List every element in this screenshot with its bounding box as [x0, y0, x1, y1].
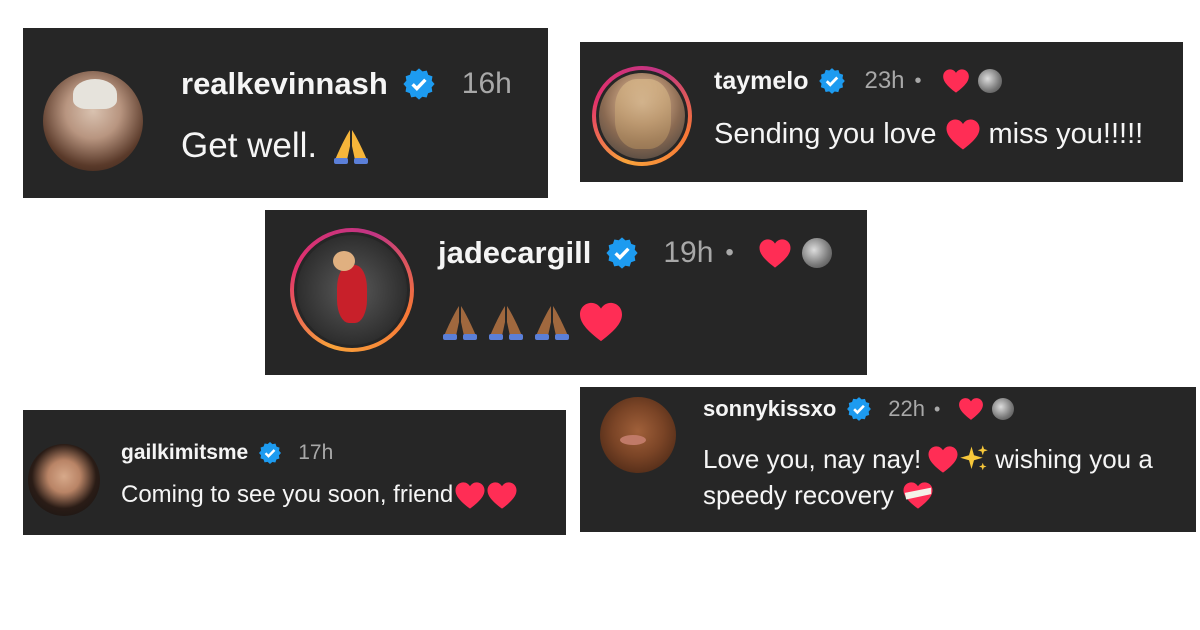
comment-text-line2: speedy recovery	[703, 479, 894, 510]
separator-dot: •	[914, 69, 922, 92]
comment-text-continued: wishing you a	[995, 443, 1153, 474]
creator-liked-heart-icon[interactable]	[958, 397, 984, 421]
comment-text: Get well.	[181, 126, 318, 165]
comment-card-taymelo: taymelo 23h • Sending you love miss you!…	[580, 42, 1183, 182]
comment-card-jadecargill: jadecargill 19h •	[265, 210, 867, 375]
bandaged-heart-icon	[903, 481, 933, 509]
comment-text: Sending you love	[714, 117, 937, 150]
verified-badge-icon	[819, 68, 846, 94]
comment-card-gailkimitsme: gailkimitsme 17h Coming to see you soon,…	[23, 410, 566, 535]
verified-badge-icon	[259, 442, 282, 464]
timestamp: 23h	[864, 67, 905, 94]
heart-icon	[946, 119, 979, 149]
timestamp: 22h	[888, 396, 925, 421]
avatar[interactable]	[592, 66, 692, 166]
comment-card-realkevinnash: realkevinnash 16h Get well.	[23, 28, 548, 198]
separator-dot: •	[725, 239, 734, 266]
timestamp: 17h	[298, 441, 334, 464]
comment-text: Love you, nay nay!	[703, 443, 922, 474]
timestamp: 16h	[461, 67, 512, 100]
creator-liked-heart-icon[interactable]	[758, 238, 792, 269]
folded-hands-icon	[535, 306, 569, 340]
username[interactable]: jadecargill	[438, 235, 591, 271]
heart-icon	[487, 481, 517, 509]
verified-badge-icon	[847, 397, 872, 421]
liker-avatar	[977, 69, 1002, 93]
timestamp: 19h	[663, 236, 714, 269]
folded-hands-icon	[489, 306, 523, 340]
verified-badge-icon	[403, 68, 435, 100]
folded-hands-icon	[334, 130, 369, 164]
heart-icon	[928, 445, 958, 473]
separator-dot: •	[934, 398, 941, 419]
sparkles-icon	[960, 445, 989, 471]
verified-badge-icon	[606, 237, 638, 269]
folded-hands-icon	[443, 306, 477, 340]
username[interactable]: realkevinnash	[181, 66, 388, 102]
avatar[interactable]	[28, 444, 100, 516]
liker-avatar	[801, 238, 832, 268]
comment-card-sonnykissxo: sonnykissxo 22h • Love you, nay nay! wis…	[580, 387, 1196, 532]
username[interactable]: gailkimitsme	[121, 441, 248, 465]
comment-text-continued: miss you!!!!!	[988, 117, 1144, 150]
heart-icon	[455, 481, 485, 509]
avatar[interactable]	[43, 71, 143, 171]
avatar[interactable]	[290, 228, 414, 352]
creator-liked-heart-icon[interactable]	[942, 68, 970, 94]
username[interactable]: taymelo	[714, 67, 808, 96]
liker-avatar	[992, 398, 1015, 420]
username[interactable]: sonnykissxo	[703, 396, 836, 422]
avatar[interactable]	[600, 397, 676, 473]
heart-icon	[580, 302, 622, 342]
comment-text: Coming to see you soon, friend	[121, 481, 454, 508]
